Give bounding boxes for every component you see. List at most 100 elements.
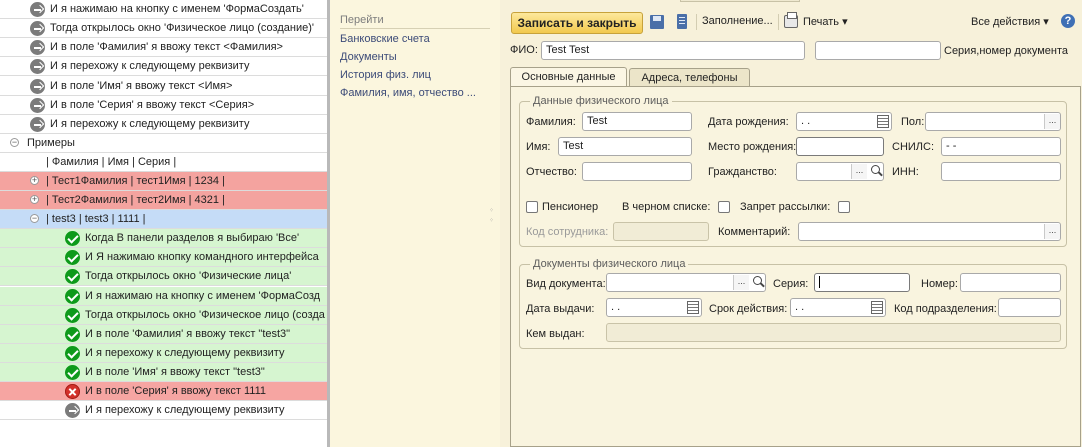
tree-row[interactable]: И я перехожу к следующему реквизиту <box>0 115 327 134</box>
dept-code-label: Код подразделения: <box>894 303 997 315</box>
search-icon[interactable] <box>753 276 762 285</box>
choose-button[interactable]: ... <box>1044 224 1060 239</box>
employee-code-label: Код сотрудника: <box>526 226 609 238</box>
tree-row[interactable]: И Я нажимаю кнопку командного интерфейса <box>0 248 327 267</box>
save-close-button[interactable]: Записать и закрыть <box>511 12 643 34</box>
issued-by-input[interactable] <box>606 323 1061 342</box>
dept-code-input[interactable] <box>998 298 1061 317</box>
tab-main-data[interactable]: Основные данные <box>510 67 627 87</box>
tree-row[interactable]: Тогда открылось окно 'Физические лица' <box>0 267 327 286</box>
surname-input[interactable]: Test <box>582 112 692 131</box>
collapse-icon[interactable]: − <box>30 214 39 223</box>
tree-row[interactable]: | Фамилия | Имя | Серия | <box>0 153 327 172</box>
tree-row-text: И я нажимаю на кнопку с именем 'ФормаСоз… <box>85 290 321 302</box>
tree-row[interactable]: И я перехожу к следующему реквизиту <box>0 344 327 363</box>
series-number-label: Серия,номер документа <box>944 45 1069 57</box>
citizenship-input[interactable]: ... <box>796 162 884 181</box>
success-check-icon <box>65 365 80 380</box>
tree-row[interactable]: И я нажимаю на кнопку с именем 'ФормаСоз… <box>0 0 327 19</box>
tree-row[interactable]: + | Тест1Фамилия | тест1Имя | 1234 | <box>0 172 327 191</box>
tree-row[interactable]: И я перехожу к следующему реквизиту <box>0 57 327 76</box>
choose-button[interactable]: ... <box>1044 114 1060 129</box>
calendar-icon[interactable] <box>871 301 883 314</box>
name-input[interactable]: Test <box>558 137 692 156</box>
search-icon[interactable] <box>871 165 880 174</box>
error-cross-icon <box>65 384 80 399</box>
nav-item-documents[interactable]: Документы <box>340 51 397 63</box>
fill-button[interactable]: Заполнение... <box>702 15 773 27</box>
tab-addresses[interactable]: Адреса, телефоны <box>629 68 750 87</box>
fio-label: ФИО: <box>510 44 538 56</box>
personal-data-title: Данные физического лица <box>530 95 672 107</box>
tree-row[interactable]: − Примеры <box>0 134 327 153</box>
pending-step-icon <box>30 79 45 94</box>
tree-row[interactable]: И я перехожу к следующему реквизиту <box>0 401 327 420</box>
doctype-label: Вид документа: <box>526 278 606 290</box>
save-icon[interactable] <box>650 15 664 29</box>
document-list-icon[interactable] <box>677 14 687 29</box>
doc-number-input[interactable] <box>960 273 1061 292</box>
series-number-input[interactable] <box>815 41 941 60</box>
tree-row[interactable]: − | test3 | test3 | 1111 | <box>0 210 327 229</box>
expand-icon[interactable]: + <box>30 195 39 204</box>
expand-icon[interactable]: + <box>30 176 39 185</box>
tree-row[interactable]: Тогда открылось окно 'Физическое лицо (с… <box>0 306 327 325</box>
tree-row[interactable]: И в поле 'Серия' я ввожу текст 1111 <box>0 382 327 401</box>
snils-input[interactable]: - - <box>941 137 1061 156</box>
comment-input[interactable]: ... <box>798 222 1061 241</box>
success-check-icon <box>65 308 80 323</box>
comment-label: Комментарий: <box>718 226 791 238</box>
inn-input[interactable] <box>941 162 1061 181</box>
no-mailing-label: Запрет рассылки: <box>740 201 831 213</box>
toolbar-divider <box>696 14 697 30</box>
tree-row[interactable]: Когда В панели разделов я выбираю 'Все' <box>0 229 327 248</box>
help-icon[interactable]: ? <box>1061 14 1075 28</box>
tree-row-text: И в поле 'Имя' я ввожу текст <Имя> <box>50 80 233 92</box>
blacklist-checkbox[interactable] <box>718 201 730 213</box>
choose-button[interactable]: ... <box>851 164 867 179</box>
splitter-grip-icon[interactable]: ⁘ <box>489 218 494 224</box>
issue-date-label: Дата выдачи: <box>526 303 595 315</box>
birthplace-input[interactable] <box>796 137 884 156</box>
nav-item-history[interactable]: История физ. лиц <box>340 69 431 81</box>
tree-row-text: | Фамилия | Имя | Серия | <box>46 156 177 168</box>
validity-input[interactable]: . . <box>790 298 886 317</box>
splitter-grip-icon[interactable]: ⁘ <box>489 208 494 214</box>
tree-row[interactable]: И в поле 'Имя' я ввожу текст "test3" <box>0 363 327 382</box>
tree-row[interactable]: И я нажимаю на кнопку с именем 'ФормаСоз… <box>0 287 327 306</box>
calendar-icon[interactable] <box>687 301 699 314</box>
tree-row[interactable]: И в поле 'Фамилия' я ввожу текст "test3" <box>0 325 327 344</box>
pensioner-checkbox[interactable] <box>526 201 538 213</box>
calendar-icon[interactable] <box>877 115 889 128</box>
gender-input[interactable]: ... <box>925 112 1061 131</box>
tree-row[interactable]: И в поле 'Фамилия' я ввожу текст <Фамили… <box>0 38 327 57</box>
doctype-input[interactable]: ... <box>606 273 766 292</box>
tree-row-text: И я перехожу к следующему реквизиту <box>50 118 250 130</box>
navigation-panel: Перейти Банковские счета Документы Истор… <box>330 0 500 447</box>
no-mailing-checkbox[interactable] <box>838 201 850 213</box>
all-actions-button[interactable]: Все действия ▾ <box>971 15 1049 28</box>
patronymic-input[interactable] <box>582 162 692 181</box>
pending-step-icon <box>30 40 45 55</box>
tree-row-text: И Я нажимаю кнопку командного интерфейса <box>85 251 319 263</box>
pending-step-icon <box>30 117 45 132</box>
nav-item-fio[interactable]: Фамилия, имя, отчество ... <box>340 87 476 99</box>
tree-row[interactable]: И в поле 'Серия' я ввожу текст <Серия> <box>0 96 327 115</box>
tree-row[interactable]: И в поле 'Имя' я ввожу текст <Имя> <box>0 77 327 96</box>
tree-row-text: И в поле 'Фамилия' я ввожу текст <Фамили… <box>50 41 283 53</box>
printer-icon[interactable] <box>784 12 798 28</box>
tree-row[interactable]: Тогда открылось окно 'Физическое лицо (с… <box>0 19 327 38</box>
print-button[interactable]: Печать ▾ <box>803 15 848 28</box>
tree-row[interactable]: + | Тест2Фамилия | тест2Имя | 4321 | <box>0 191 327 210</box>
birthdate-input[interactable]: . . <box>796 112 892 131</box>
choose-button[interactable]: ... <box>733 275 749 290</box>
collapse-icon[interactable]: − <box>10 138 19 147</box>
doc-series-input[interactable] <box>814 273 910 292</box>
fio-input[interactable]: Test Test <box>541 41 805 60</box>
employee-code-input <box>613 222 709 241</box>
issue-date-input[interactable]: . . <box>606 298 702 317</box>
tree-row-text: Когда В панели разделов я выбираю 'Все' <box>85 232 300 244</box>
snils-label: СНИЛС: <box>892 141 935 153</box>
doc-series-label: Серия: <box>773 278 809 290</box>
nav-item-bank-accounts[interactable]: Банковские счета <box>340 33 430 45</box>
